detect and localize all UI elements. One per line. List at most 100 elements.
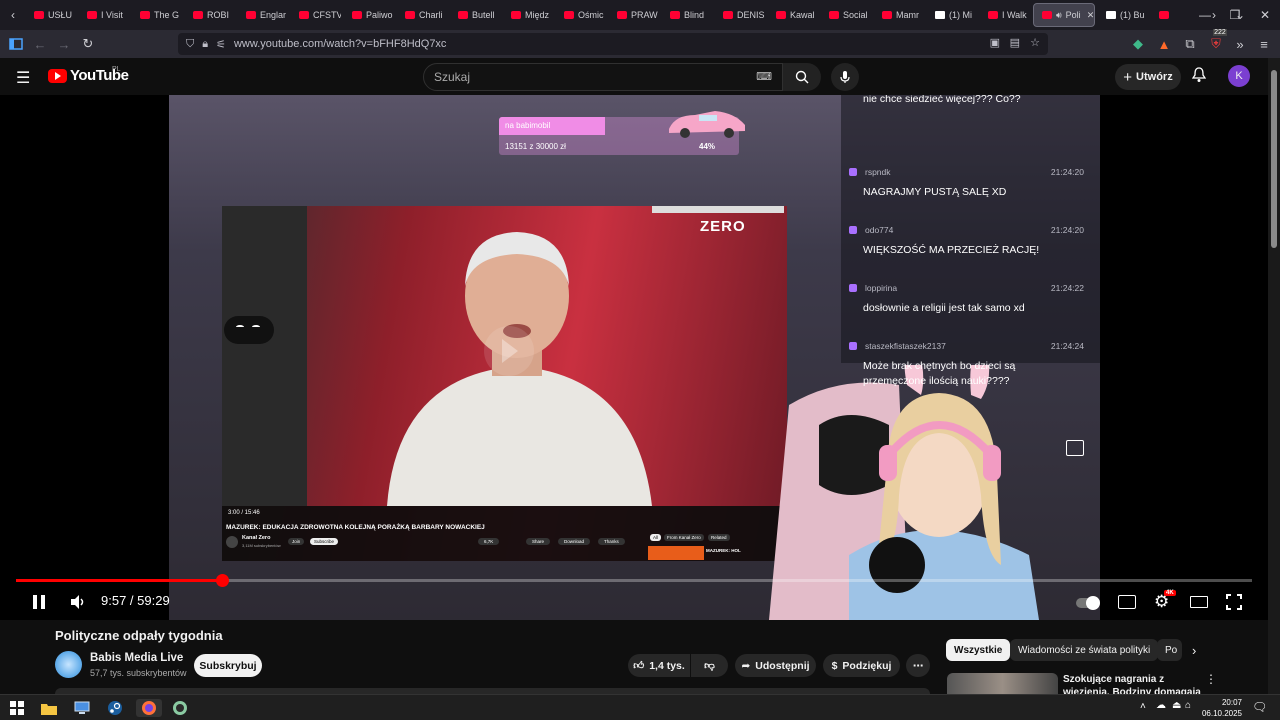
voice-search-button[interactable] — [831, 63, 859, 91]
reload-icon[interactable]: ↻ — [76, 32, 100, 56]
region-code: PL — [112, 66, 121, 73]
minimize-window-icon[interactable]: — — [1192, 3, 1218, 27]
youtube-logo-icon[interactable] — [48, 69, 67, 83]
channel-name[interactable]: Babis Media Live — [90, 652, 183, 664]
browser-tab[interactable]: PRAW — [609, 3, 659, 27]
fullscreen-icon[interactable] — [1226, 594, 1242, 615]
tab-label: (1) Mi — [949, 10, 972, 20]
monitor-app-icon[interactable] — [73, 699, 91, 717]
tab-scroll-left-icon[interactable]: ‹ — [0, 3, 26, 27]
firefox-icon[interactable] — [136, 699, 162, 717]
embedded-subscribe: Subscribe — [310, 538, 339, 545]
thumbs-down-icon: 👎︎ — [704, 660, 715, 672]
tray-expand-icon[interactable]: ˄ — [1140, 701, 1146, 712]
tab-label: Englar — [260, 10, 287, 20]
subscribe-button[interactable]: Subskrybuj — [194, 654, 262, 677]
chat-username: rspndk — [865, 167, 891, 177]
browser-tab[interactable]: 🔊︎ Poli ✕ — [1033, 3, 1095, 27]
sidebar-toggle-icon[interactable] — [4, 32, 28, 56]
chip-more[interactable]: Po — [1157, 639, 1182, 661]
browser-tab[interactable]: CFSTV — [291, 3, 341, 27]
fox-extension-icon[interactable]: ▲ — [1152, 32, 1176, 56]
search-button[interactable] — [783, 63, 821, 91]
audio-playing-icon[interactable]: 🔊︎ — [1056, 10, 1062, 21]
chip-all[interactable]: Wszystkie — [946, 639, 1011, 661]
keyboard-icon[interactable]: ⌨ — [756, 64, 772, 90]
page-scrollbar[interactable] — [1268, 58, 1280, 694]
close-window-icon[interactable]: ✕ — [1252, 3, 1278, 27]
steam-icon[interactable] — [106, 699, 124, 717]
onedrive-icon[interactable]: ☁ — [1156, 700, 1166, 711]
url-bar[interactable]: ⛉ 🔒︎ ⚟ www.youtube.com/watch?v=bFHF8HdQ7… — [178, 33, 1048, 55]
guide-menu-icon[interactable]: ☰ — [16, 68, 30, 88]
youtube-favicon-icon — [564, 11, 574, 19]
browser-tab[interactable]: Ośmic — [556, 3, 606, 27]
whatsapp-icon[interactable] — [171, 699, 189, 717]
browser-tab[interactable]: ROBI — [185, 3, 235, 27]
close-tab-icon[interactable]: ✕ — [1087, 10, 1094, 21]
browser-tab[interactable]: Social — [821, 3, 871, 27]
thanks-button[interactable]: $ Podziękuj — [823, 654, 900, 677]
network-icon[interactable]: ⌂ — [1185, 700, 1191, 711]
notifications-bell-icon[interactable] — [1191, 67, 1207, 86]
browser-tab[interactable]: Butell — [450, 3, 500, 27]
browser-tab[interactable]: Paliwo — [344, 3, 394, 27]
vpn-extension-icon[interactable]: ◆ — [1126, 32, 1150, 56]
picture-in-picture-icon[interactable]: ▣ — [990, 36, 1000, 49]
scrollbar-thumb[interactable] — [1271, 70, 1277, 248]
bookmark-star-icon[interactable]: ☆ — [1030, 36, 1040, 49]
back-icon[interactable]: ← — [28, 32, 52, 56]
extensions-icon[interactable]: ⧉ — [1178, 32, 1202, 56]
browser-tab[interactable]: (1) Mi — [927, 3, 977, 27]
browser-tab[interactable]: USŁU — [26, 3, 76, 27]
browser-tab[interactable]: Englar — [238, 3, 288, 27]
browser-tab[interactable]: The G — [132, 3, 182, 27]
channel-avatar[interactable] — [55, 651, 82, 678]
notification-center-icon[interactable]: 🗨︎ — [1252, 700, 1267, 714]
browser-tab[interactable]: Kawal — [768, 3, 818, 27]
progress-bar[interactable] — [16, 574, 1252, 587]
ublock-extension-icon[interactable]: ⛨ 222 — [1204, 29, 1228, 56]
permissions-icon[interactable]: ⚟ — [216, 38, 226, 51]
volume-icon[interactable] — [70, 594, 86, 615]
chips-next-chevron-icon[interactable]: › — [1192, 643, 1196, 658]
browser-tab[interactable]: Międz — [503, 3, 553, 27]
browser-tab[interactable]: DENIS — [715, 3, 765, 27]
overflow-menu-icon[interactable]: » — [1228, 32, 1252, 56]
dislike-button[interactable]: 👎︎ — [691, 654, 728, 677]
search-input[interactable]: Szukaj ⌨ — [423, 63, 783, 91]
recommendation-menu-icon[interactable]: ⋮ — [1205, 672, 1217, 686]
youtube-favicon-icon — [140, 11, 150, 19]
app-menu-icon[interactable]: ≡ — [1252, 32, 1276, 56]
chip-politics-news[interactable]: Wiadomości ze świata polityki — [1010, 639, 1159, 661]
youtube-favicon-icon — [617, 11, 627, 19]
share-button[interactable]: ➦ Udostępnij — [735, 654, 816, 677]
video-player[interactable]: na babimobil 13151 z 30000 zł 44% ZERO 3… — [0, 95, 1268, 620]
system-clock[interactable]: 20:07 06.10.2025 — [1196, 697, 1242, 719]
shield-icon[interactable]: ⛉ — [186, 38, 194, 51]
theater-mode-icon[interactable] — [1190, 596, 1208, 608]
account-avatar[interactable]: K — [1228, 65, 1250, 87]
browser-tab[interactable]: (1) Bu — [1098, 3, 1148, 27]
more-actions-button[interactable]: ⋯ — [906, 654, 930, 677]
restore-window-icon[interactable]: ❐ — [1222, 3, 1248, 27]
like-button[interactable]: 👍︎ 1,4 tys. — [628, 654, 690, 677]
subtitles-icon[interactable] — [1118, 595, 1136, 609]
browser-tab[interactable]: I Visit — [79, 3, 129, 27]
reader-view-icon[interactable]: ▤ — [1010, 36, 1020, 49]
autoplay-toggle[interactable] — [1076, 596, 1100, 610]
lock-icon[interactable]: 🔒︎ — [202, 38, 208, 51]
create-button[interactable]: + Utwórz — [1115, 64, 1181, 90]
browser-tab[interactable]: I Walk — [980, 3, 1030, 27]
windows-start-icon[interactable] — [8, 699, 26, 717]
pause-icon[interactable] — [32, 594, 46, 615]
browser-tab[interactable]: Mamr — [874, 3, 924, 27]
embedded-subs: 3,11M subskrybentów — [242, 543, 281, 548]
windows-taskbar: ˄ ☁ ⏏ ⌂ 20:07 06.10.2025 🗨︎ — [0, 694, 1280, 720]
file-explorer-icon[interactable] — [40, 699, 58, 717]
forward-icon[interactable]: → — [52, 32, 76, 56]
miniplayer-icon[interactable] — [1066, 440, 1084, 456]
browser-tab[interactable]: Charli — [397, 3, 447, 27]
usb-icon[interactable]: ⏏ — [1172, 700, 1181, 711]
browser-tab[interactable]: Blind — [662, 3, 712, 27]
